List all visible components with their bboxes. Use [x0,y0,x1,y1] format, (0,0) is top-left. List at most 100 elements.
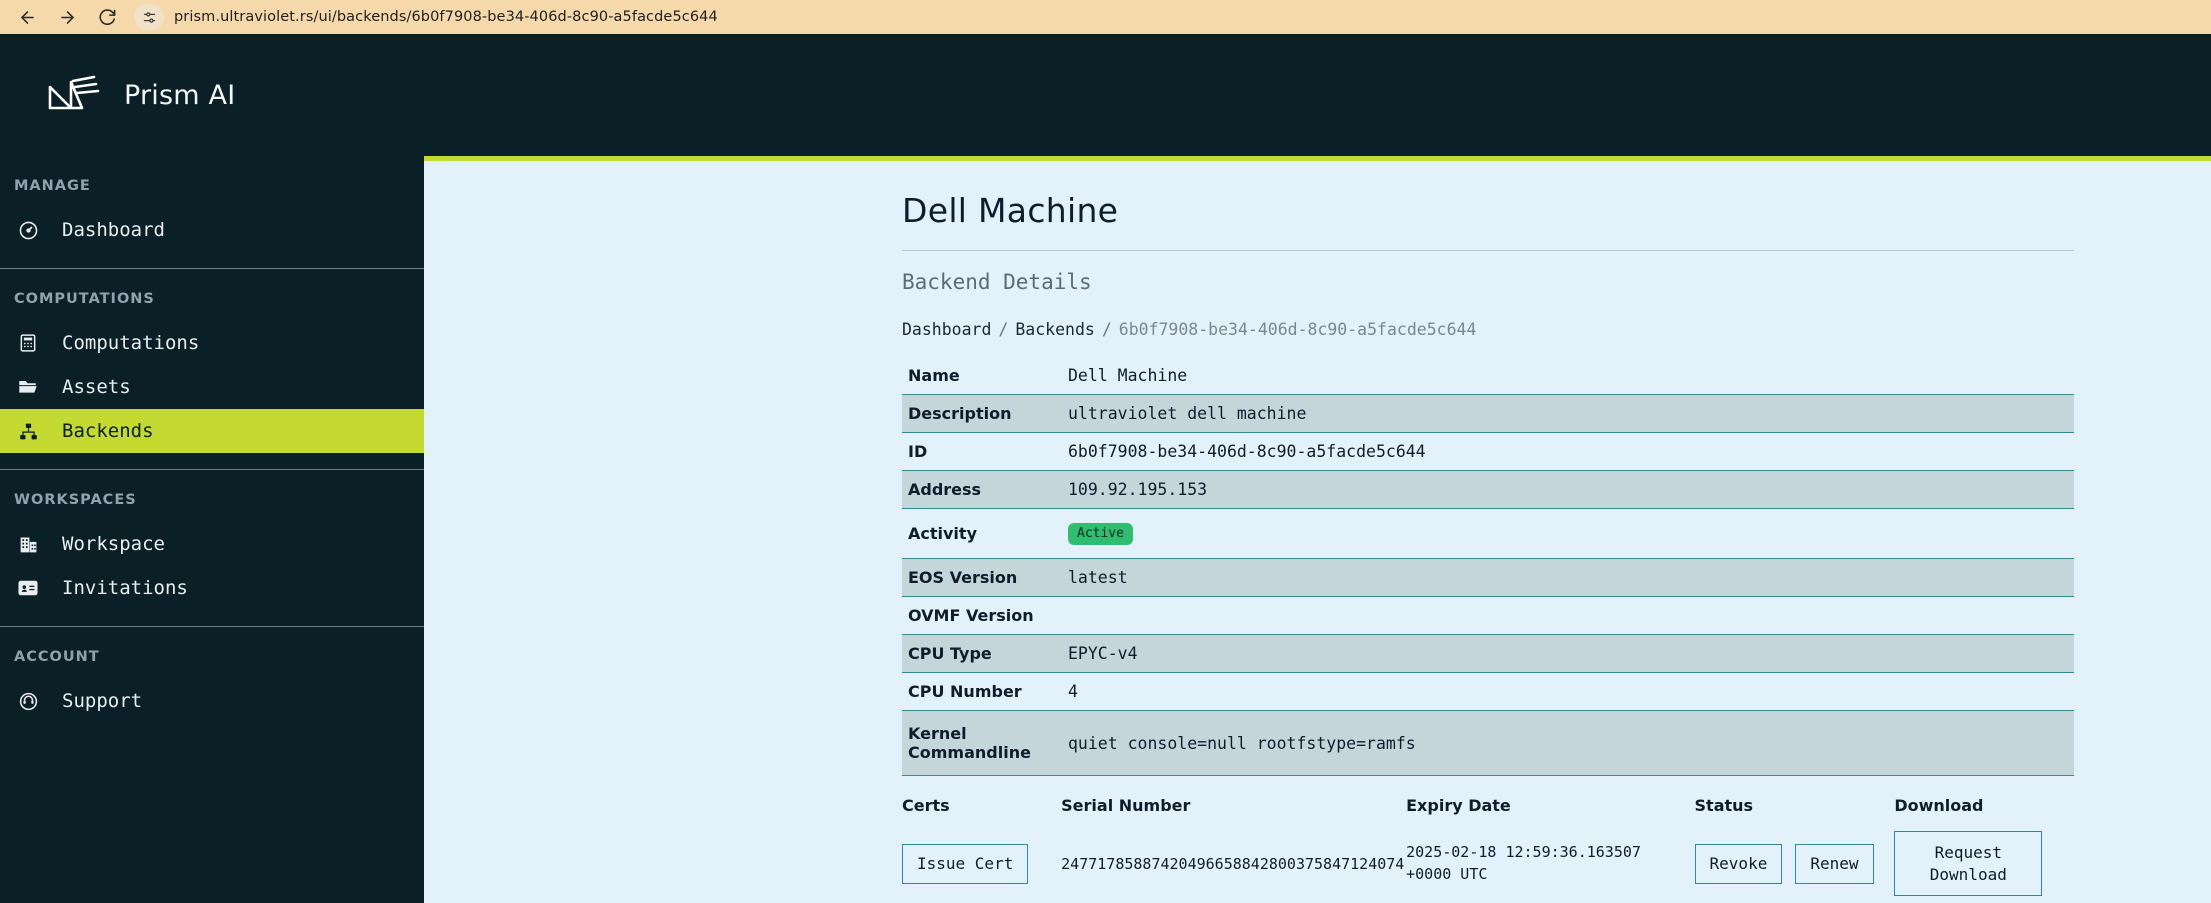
speedometer-icon [16,218,40,242]
detail-key-eos-version: EOS Version [902,558,1062,598]
reload-icon[interactable] [94,4,120,30]
table-row: CPU Type EPYC-v4 [902,634,2074,674]
browser-toolbar: prism.ultraviolet.rs/ui/backends/6b0f790… [0,0,2211,34]
sidebar-item-label: Support [62,690,143,712]
section-label-account: ACCOUNT [14,649,100,665]
sidebar-item-label: Invitations [62,577,188,599]
renew-button[interactable]: Renew [1795,844,1874,884]
certs-row: Issue Cert 24771785887420496658842800375… [902,821,2074,903]
section-label-workspaces: WORKSPACES [14,492,137,508]
sidebar: Prism AI MANAGE Dashboard COMPUTATIONS C… [0,34,424,903]
folder-open-icon [16,375,40,399]
breadcrumb-current: 6b0f7908-be34-406d-8c90-a5facde5c644 [1118,320,1477,339]
address-bar[interactable]: prism.ultraviolet.rs/ui/backends/6b0f790… [134,4,2197,30]
breadcrumb: Dashboard / Backends / 6b0f7908-be34-406… [902,294,2074,357]
request-download-button[interactable]: Request Download [1894,831,2043,897]
page-title: Dell Machine [902,191,1119,230]
top-header-bar [424,34,2211,156]
table-row: Address 109.92.195.153 [902,470,2074,509]
breadcrumb-backends[interactable]: Backends [1015,320,1094,339]
sitemap-icon [16,419,40,443]
certs-section: Certs Serial Number Expiry Date Status D… [902,776,2074,903]
breadcrumb-separator: / [998,320,1009,339]
site-settings-icon[interactable] [134,4,164,30]
detail-key-description: Description [902,394,1062,433]
table-row: Name Dell Machine [902,357,2074,395]
sidebar-item-label: Dashboard [62,219,165,241]
sidebar-item-assets[interactable]: Assets [0,365,424,409]
sidebar-item-support[interactable]: Support [0,679,424,723]
sidebar-section-account: ACCOUNT Support [0,627,424,723]
table-row: Description ultraviolet dell machine [902,394,2074,433]
sidebar-item-backends[interactable]: Backends [0,409,424,453]
certs-header-serial: Serial Number [1061,796,1191,816]
breadcrumb-separator: / [1101,320,1112,339]
detail-value-name: Dell Machine [1068,366,1188,385]
sidebar-item-dashboard[interactable]: Dashboard [0,208,424,252]
app-window: Prism AI MANAGE Dashboard COMPUTATIONS C… [0,34,2211,903]
detail-key-id: ID [908,442,928,461]
table-row: EOS Version latest [902,558,2074,598]
sidebar-item-label: Backends [62,420,154,442]
table-row: CPU Number 4 [902,673,2074,711]
detail-key-kernel-commandline: Kernel Commandline [902,710,1062,777]
main-area: Dell Machine Backend Details Dashboard /… [424,34,2211,903]
prism-logo-icon [44,73,102,117]
detail-key-name: Name [908,366,960,385]
detail-value-ovmf-version [1062,597,2074,635]
sidebar-section-workspaces: WORKSPACES Workspace Invitations [0,470,424,627]
sidebar-item-label: Workspace [62,533,165,555]
certs-table: Certs Serial Number Expiry Date Status D… [902,796,2074,903]
section-label-manage: MANAGE [14,178,91,194]
detail-value-id: 6b0f7908-be34-406d-8c90-a5facde5c644 [1068,442,1426,461]
kernel-label-line2: Commandline [908,743,1031,763]
headset-icon [16,689,40,713]
page-subtitle: Backend Details [902,270,1092,294]
sidebar-section-manage: MANAGE Dashboard [0,156,424,269]
cert-expiry-date: 2025-02-18 12:59:36.163507 +0000 UTC [1406,821,1694,903]
back-icon[interactable] [14,4,40,30]
status-badge: Active [1068,523,1133,546]
brand-name: Prism AI [124,79,236,111]
kernel-label-line1: Kernel [908,724,967,744]
detail-value-description: ultraviolet dell machine [1062,394,2074,433]
cert-expiry-line1: 2025-02-18 12:59:36.163507 [1406,843,1641,862]
content-area: Dell Machine Backend Details Dashboard /… [424,161,2211,903]
detail-key-cpu-number: CPU Number [908,682,1022,702]
certs-header-certs: Certs [902,796,950,816]
detail-key-cpu-type: CPU Type [902,634,1062,674]
sidebar-item-computations[interactable]: Computations [0,321,424,365]
detail-value-kernel-commandline: quiet console=null rootfstype=ramfs [1062,710,2074,777]
brand[interactable]: Prism AI [0,34,424,156]
certs-header-row: Certs Serial Number Expiry Date Status D… [902,796,2074,821]
detail-value-eos-version: latest [1062,558,2074,598]
cert-expiry-line2: +0000 UTC [1406,864,1488,883]
table-row: ID 6b0f7908-be34-406d-8c90-a5facde5c644 [902,433,2074,471]
calculator-icon [16,331,40,355]
building-icon [16,532,40,556]
id-card-icon [16,576,40,600]
sidebar-item-workspace[interactable]: Workspace [0,522,424,566]
detail-key-activity: Activity [908,524,977,544]
detail-key-address: Address [902,470,1062,509]
revoke-button[interactable]: Revoke [1694,844,1783,884]
detail-value-cpu-number: 4 [1068,682,1078,702]
detail-value-cpu-type: EPYC-v4 [1062,634,2074,674]
download-label-line2: Download [1929,864,2007,884]
certs-header-expiry: Expiry Date [1406,796,1511,816]
section-label-computations: COMPUTATIONS [14,291,155,307]
breadcrumb-dashboard[interactable]: Dashboard [902,320,991,339]
table-row: Kernel Commandline quiet console=null ro… [902,710,2074,777]
cert-serial-number: 24771785887420496658842800375847124074 [1061,854,1405,873]
sidebar-item-label: Assets [62,376,131,398]
certs-header-download: Download [1894,796,1984,816]
sidebar-item-invitations[interactable]: Invitations [0,566,424,610]
sidebar-item-label: Computations [62,332,200,354]
issue-cert-button[interactable]: Issue Cert [902,844,1029,884]
certs-header-status: Status [1694,796,1754,816]
detail-value-address: 109.92.195.153 [1062,470,2074,509]
url-text: prism.ultraviolet.rs/ui/backends/6b0f790… [174,9,718,25]
forward-icon[interactable] [54,4,80,30]
detail-key-ovmf-version: OVMF Version [908,606,1034,626]
backend-details-table: Name Dell Machine Description ultraviole… [902,357,2074,777]
